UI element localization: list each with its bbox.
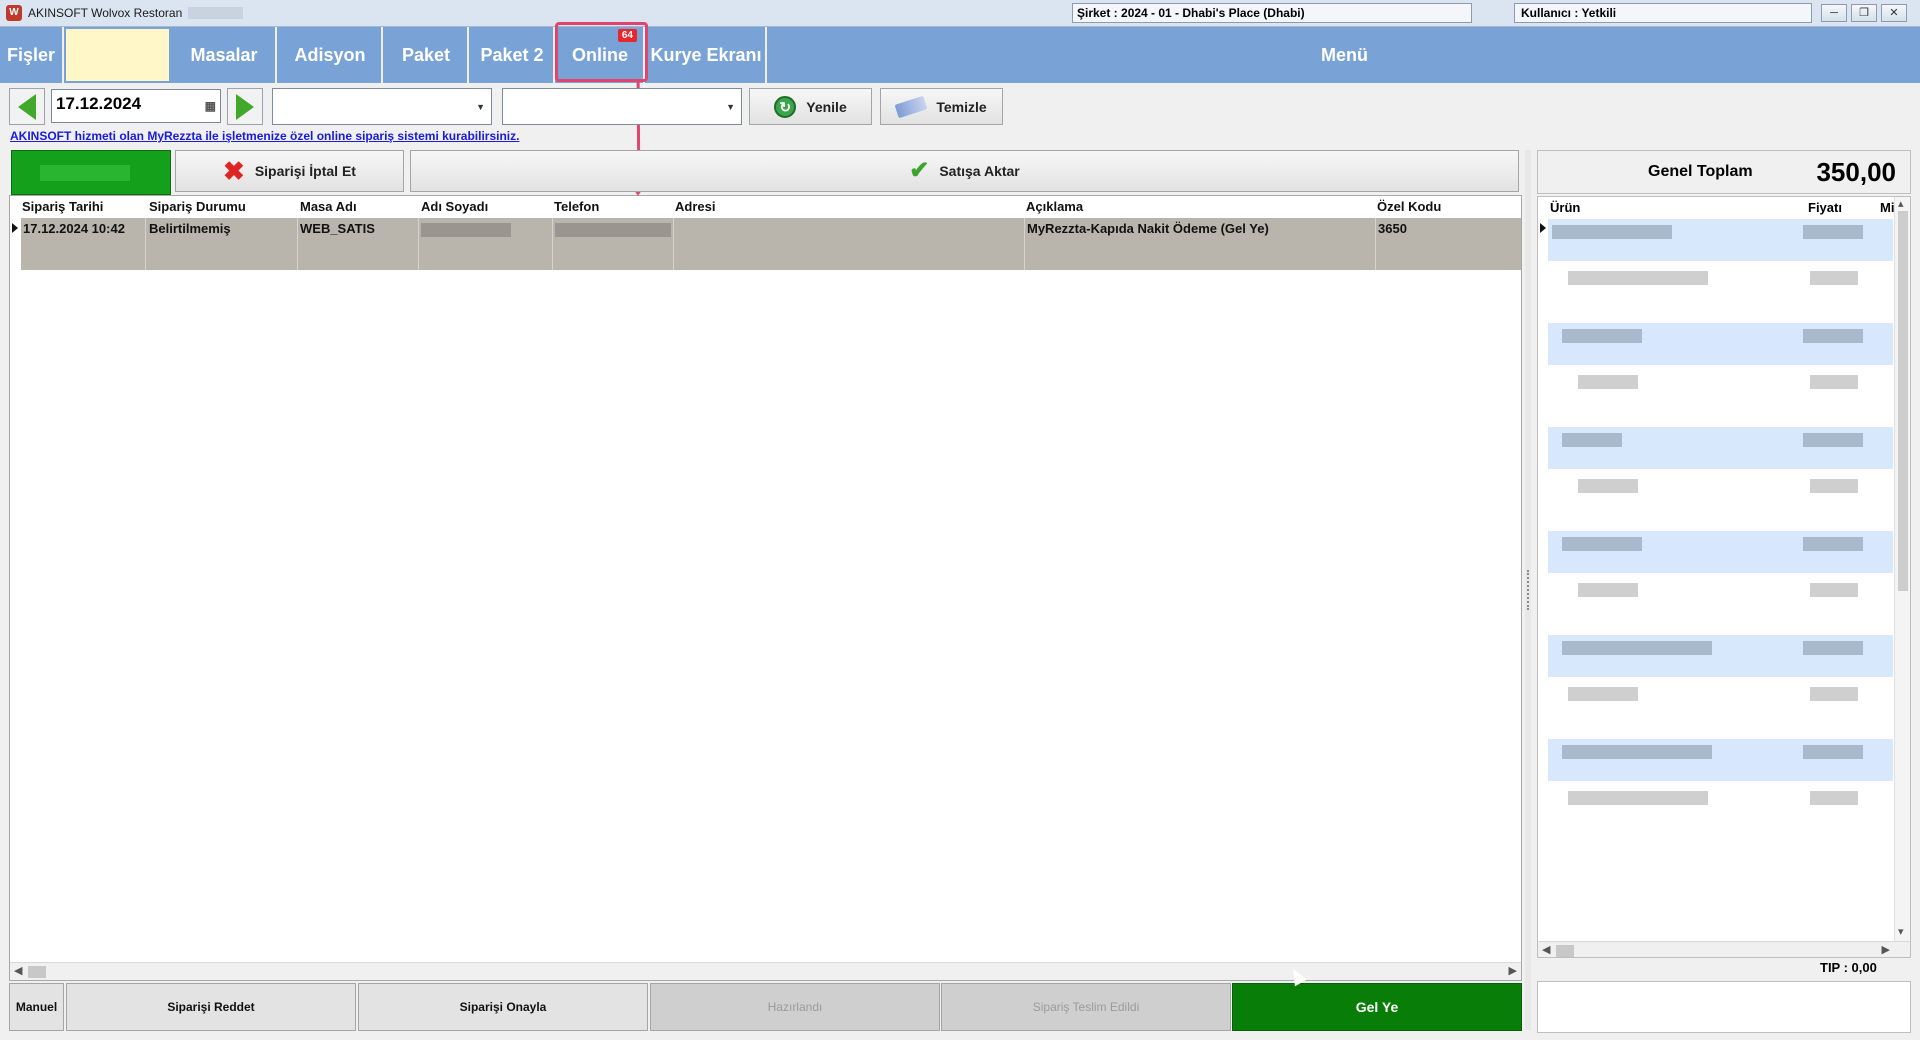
cell-phone-redacted <box>555 223 671 237</box>
tab-paket-2[interactable]: Paket 2 <box>471 27 555 83</box>
tab-adisyon[interactable]: Adisyon <box>279 27 383 83</box>
dropdown-arrow-icon: ▼ <box>726 102 735 112</box>
checkmark-icon: ✔ <box>909 157 930 184</box>
tip-total: TIP : 0,00 <box>1820 960 1877 975</box>
calendar-icon[interactable]: ▦ <box>205 99 216 113</box>
tab-fisler[interactable]: Fişler <box>0 27 64 83</box>
col-description[interactable]: Açıklama <box>1026 199 1083 214</box>
transfer-to-sale-button[interactable]: ✔ Satışa Aktar <box>410 150 1519 192</box>
tab-blank-input[interactable] <box>64 27 171 83</box>
table-row[interactable]: 17.12.2024 10:42 Belirtilmemiş WEB_SATIS… <box>21 218 1521 270</box>
col-table-name[interactable]: Masa Adı <box>300 199 357 214</box>
prev-date-button[interactable] <box>9 88 45 125</box>
scroll-up-icon[interactable]: ▴ <box>1898 197 1904 210</box>
list-item[interactable] <box>1548 469 1893 511</box>
cell-full-name-redacted <box>421 223 511 237</box>
col-quantity[interactable]: Mi <box>1880 200 1894 215</box>
app-title-redacted <box>188 7 244 19</box>
list-item[interactable] <box>1548 427 1893 469</box>
list-item[interactable] <box>1548 635 1893 677</box>
date-picker[interactable]: 17.12.2024 ▦ <box>51 89 221 123</box>
manual-button[interactable]: Manuel <box>9 983 64 1031</box>
tab-masalar[interactable]: Masalar <box>173 27 277 83</box>
grand-total-value: 350,00 <box>1816 157 1896 187</box>
cell-table-name: WEB_SATIS <box>300 221 375 236</box>
order-note-textarea[interactable] <box>1537 981 1911 1033</box>
scroll-thumb[interactable] <box>28 966 46 978</box>
scroll-right-icon[interactable]: ▶ <box>1509 964 1517 977</box>
approve-order-button[interactable]: Siparişi Onayla <box>358 983 648 1031</box>
items-horizontal-scrollbar[interactable]: ◀ ▶ <box>1538 941 1910 957</box>
row-pointer-icon <box>1540 223 1546 233</box>
arrow-left-icon <box>18 93 36 120</box>
row-pointer-icon <box>12 223 18 233</box>
next-date-button[interactable] <box>227 88 263 125</box>
grand-total-label: Genel Toplam <box>1648 163 1753 180</box>
reject-order-button[interactable]: Siparişi Reddet <box>66 983 356 1031</box>
refresh-icon: ↻ <box>774 95 797 118</box>
col-product[interactable]: Ürün <box>1550 200 1580 215</box>
prepared-button[interactable]: Hazırlandı <box>650 983 940 1031</box>
order-items-table: Ürün Fiyatı Mi ▴ ▾ ◀ ▶ <box>1537 196 1911 958</box>
highlight-annotation <box>555 22 648 82</box>
list-item[interactable] <box>1548 739 1893 781</box>
app-title: AKINSOFT Wolvox Restoran <box>28 6 183 20</box>
col-phone[interactable]: Telefon <box>554 199 599 214</box>
dropdown-arrow-icon: ▼ <box>476 102 485 112</box>
col-order-status[interactable]: Sipariş Durumu <box>149 199 246 214</box>
myrezzta-promo-link[interactable]: AKINSOFT hizmeti olan MyRezzta ile işlet… <box>10 129 519 143</box>
user-info: Kullanıcı : Yetkili <box>1514 3 1812 23</box>
app-logo-icon: W <box>6 5 22 21</box>
gel-ye-button[interactable]: Gel Ye <box>1232 983 1522 1031</box>
cell-order-status: Belirtilmemiş <box>149 221 231 236</box>
list-item[interactable] <box>1548 323 1893 365</box>
cell-description: MyRezzta-Kapıda Nakit Ödeme (Gel Ye) <box>1027 221 1269 236</box>
redacted-label <box>40 165 130 181</box>
col-special-code[interactable]: Özel Kodu <box>1377 199 1441 214</box>
title-bar: W AKINSOFT Wolvox Restoran Şirket : 2024… <box>0 0 1920 27</box>
scroll-down-icon[interactable]: ▾ <box>1898 925 1904 938</box>
eraser-icon <box>894 95 928 118</box>
list-item[interactable] <box>1548 677 1893 719</box>
scroll-right-icon[interactable]: ▶ <box>1882 943 1890 956</box>
scroll-left-icon[interactable]: ◀ <box>14 964 22 977</box>
close-button[interactable]: ✕ <box>1881 4 1907 22</box>
splitter-grip-icon <box>1527 570 1529 610</box>
filter-combo-1[interactable]: ▼ <box>272 88 492 125</box>
col-order-date[interactable]: Sipariş Tarihi <box>22 199 103 214</box>
main-menu-tabs: Fişler Masalar Adisyon Paket Paket 2 Onl… <box>0 27 1920 83</box>
scroll-thumb[interactable] <box>1556 945 1574 957</box>
company-info: Şirket : 2024 - 01 - Dhabi's Place (Dhab… <box>1072 3 1472 23</box>
grand-total-panel: Genel Toplam 350,00 <box>1537 150 1911 194</box>
list-item[interactable] <box>1548 365 1893 407</box>
col-full-name[interactable]: Adı Soyadı <box>421 199 488 214</box>
status-indicator[interactable] <box>11 150 171 195</box>
cancel-order-button[interactable]: ✖ Siparişi İptal Et <box>175 150 404 192</box>
refresh-button[interactable]: ↻ Yenile <box>749 88 872 125</box>
cell-special-code: 3650 <box>1378 221 1407 236</box>
tab-menu[interactable]: Menü <box>769 27 1920 83</box>
col-price[interactable]: Fiyatı <box>1808 200 1842 215</box>
delivered-button[interactable]: Sipariş Teslim Edildi <box>941 983 1231 1031</box>
filter-combo-2[interactable]: ▼ <box>502 88 742 125</box>
tab-kurye-ekrani[interactable]: Kurye Ekranı <box>647 27 767 83</box>
list-item[interactable] <box>1548 219 1893 261</box>
cancel-x-icon: ✖ <box>223 156 245 186</box>
list-item[interactable] <box>1548 781 1893 823</box>
tab-paket[interactable]: Paket <box>385 27 469 83</box>
list-item[interactable] <box>1548 573 1893 615</box>
scroll-thumb[interactable] <box>1898 211 1908 591</box>
orders-table: Sipariş Tarihi Sipariş Durumu Masa Adı A… <box>9 195 1522 981</box>
list-item[interactable] <box>1548 531 1893 573</box>
items-vertical-scrollbar[interactable]: ▴ ▾ <box>1894 197 1910 941</box>
minimize-button[interactable]: ─ <box>1821 4 1847 22</box>
list-item[interactable] <box>1548 261 1893 303</box>
orders-table-header: Sipariş Tarihi Sipariş Durumu Masa Adı A… <box>10 196 1521 218</box>
cell-order-date: 17.12.2024 10:42 <box>23 221 125 236</box>
maximize-button[interactable]: ❐ <box>1851 4 1877 22</box>
scroll-left-icon[interactable]: ◀ <box>1542 943 1550 956</box>
col-address[interactable]: Adresi <box>675 199 715 214</box>
arrow-right-icon <box>236 93 254 120</box>
clear-button[interactable]: Temizle <box>880 88 1003 125</box>
